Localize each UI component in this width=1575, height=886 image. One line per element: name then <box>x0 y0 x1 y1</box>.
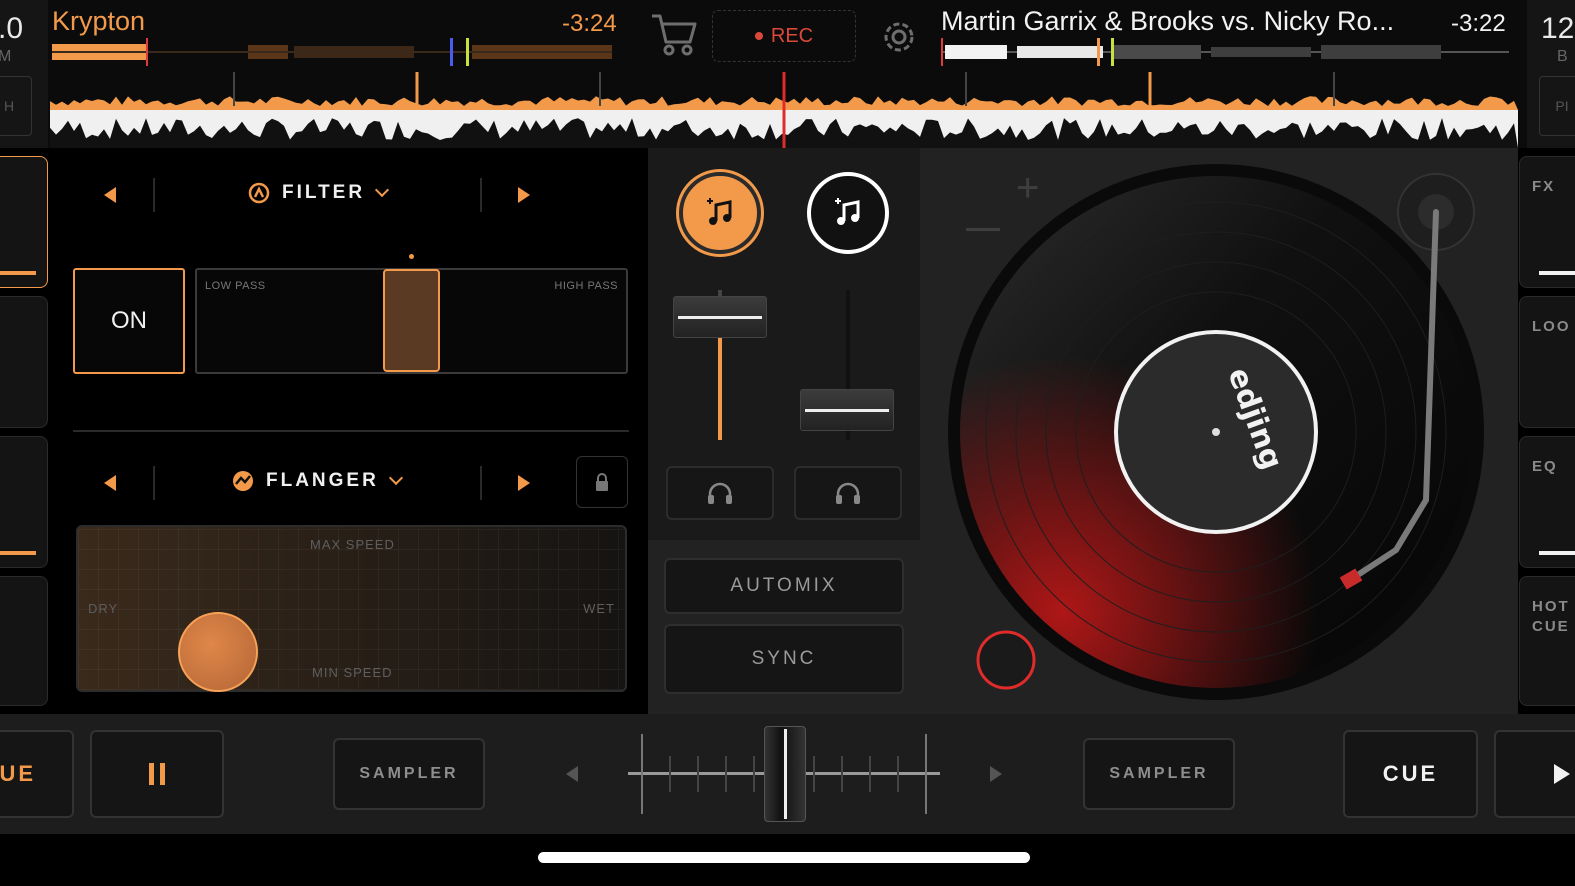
deck-b-overview-waveform[interactable] <box>941 38 1509 66</box>
headphones-icon <box>708 482 732 504</box>
deck-b-time-remaining: -3:22 <box>1451 10 1506 37</box>
deck-a-headphone-button[interactable] <box>666 466 774 520</box>
deck-b-bpm-unit: B <box>1557 48 1568 65</box>
deck-a-track-title: Krypton <box>52 6 146 36</box>
crossfader-left-arrow-icon[interactable] <box>566 766 578 782</box>
gear-icon[interactable] <box>878 16 920 63</box>
deck-b-sampler-button[interactable]: SAMPLER <box>1083 738 1235 810</box>
side-tab-fx-label: FX <box>1532 178 1556 195</box>
deck-a-cue-button[interactable]: UE <box>0 730 74 818</box>
deck-a-side-tab-hotcue[interactable] <box>0 576 48 706</box>
deck-a-edge-info: .0 M H <box>0 0 48 148</box>
fx1-separator-left <box>153 178 155 212</box>
deck-b-edge-info: 12 B PI <box>1527 0 1575 148</box>
deck-b-side-tab-fx[interactable]: FX <box>1519 156 1575 288</box>
shopping-cart-icon[interactable] <box>650 12 698 63</box>
deck-a-overview-waveform[interactable] <box>52 38 612 66</box>
xy-pad-knob[interactable] <box>178 612 258 692</box>
filter-center-dot <box>409 254 414 259</box>
flanger-icon <box>233 471 253 491</box>
xy-bottom-label: MIN SPEED <box>312 665 393 680</box>
fx1-prev-arrow-icon[interactable] <box>104 187 116 203</box>
crossfader-right-arrow-icon[interactable] <box>990 766 1002 782</box>
side-tab-eq-label: EQ <box>1532 458 1558 475</box>
fx1-name: FILTER <box>282 182 366 203</box>
deck-b-side-tab-loop[interactable]: LOO <box>1519 296 1575 428</box>
fx2-selector[interactable]: FLANGER <box>232 470 403 492</box>
lock-icon <box>596 473 608 491</box>
sync-button[interactable]: SYNC <box>664 624 904 694</box>
deck-b-start-knob[interactable] <box>976 630 1036 690</box>
deck-a-side-tab-eq[interactable] <box>0 436 48 568</box>
fx2-name: FLANGER <box>266 470 379 491</box>
side-tab-hotcue-label: HOT CUE <box>1532 598 1570 635</box>
deck-a-edge-button[interactable]: H <box>0 76 32 136</box>
chevron-down-icon <box>375 182 390 198</box>
xy-top-label: MAX SPEED <box>310 537 395 552</box>
side-tab-loop-label: LOO <box>1532 318 1571 335</box>
fx1-next-arrow-icon[interactable] <box>518 187 530 203</box>
fx1-on-button[interactable]: ON <box>73 268 185 374</box>
deck-b-edge-button[interactable]: PI <box>1539 76 1575 136</box>
deck-a-bpm: .0 <box>0 12 24 45</box>
xy-right-label: WET <box>583 601 615 616</box>
deck-b-headphone-button[interactable] <box>794 466 902 520</box>
fx-divider <box>73 430 629 432</box>
fx2-separator-right <box>480 466 482 500</box>
rec-button[interactable]: REC <box>712 10 856 62</box>
pause-icon <box>149 763 165 785</box>
deck-b-side-tab-hotcue[interactable]: HOT CUE <box>1519 576 1575 706</box>
deck-a-sampler-button[interactable]: SAMPLER <box>333 738 485 810</box>
deck-a-side-tab-loop[interactable] <box>0 296 48 428</box>
headphones-icon <box>836 482 860 504</box>
add-music-icon <box>707 198 732 225</box>
play-icon <box>1554 764 1570 784</box>
top-bar: .0 M H Krypton -3:24 REC Martin Garrix &… <box>0 0 1575 148</box>
add-music-icon <box>835 198 860 225</box>
rec-dot-icon <box>754 32 763 40</box>
fx2-xy-pad[interactable]: MAX SPEED MIN SPEED DRY WET <box>76 525 627 692</box>
deck-a-add-track-button[interactable] <box>679 172 761 254</box>
fx1-selector[interactable]: FILTER <box>248 182 390 204</box>
deck-b-turntable[interactable]: edjing <box>946 160 1506 710</box>
deck-a-bpm-unit: M <box>0 48 12 65</box>
rec-label: REC <box>770 24 814 47</box>
deck-b-cue-button[interactable]: CUE <box>1343 730 1478 818</box>
low-pass-label: LOW PASS <box>205 280 266 292</box>
deck-b-volume-fader[interactable] <box>800 389 894 431</box>
fx2-next-arrow-icon[interactable] <box>518 475 530 491</box>
home-indicator[interactable] <box>538 852 1030 863</box>
main-waveform[interactable] <box>50 72 1518 148</box>
filter-icon <box>248 182 270 204</box>
deck-b-bpm: 12 <box>1541 12 1575 45</box>
deck-b-track-title: Martin Garrix & Brooks vs. Nicky Ro... <box>941 6 1395 36</box>
deck-b-add-track-button[interactable] <box>807 172 889 254</box>
deck-b-side-tab-eq[interactable]: EQ <box>1519 436 1575 568</box>
filter-slider-handle[interactable] <box>383 269 440 372</box>
deck-a-time-remaining: -3:24 <box>562 10 617 37</box>
deck-a-side-tab-fx[interactable] <box>0 156 48 288</box>
deck-a-pause-button[interactable] <box>90 730 224 818</box>
deck-a-volume-fader[interactable] <box>673 296 767 338</box>
fx2-prev-arrow-icon[interactable] <box>104 475 116 491</box>
automix-button[interactable]: AUTOMIX <box>664 558 904 614</box>
chevron-down-icon <box>388 470 403 486</box>
deck-b-play-button[interactable] <box>1494 730 1575 818</box>
crossfader-thumb[interactable] <box>764 726 806 822</box>
high-pass-label: HIGH PASS <box>554 280 618 292</box>
xy-left-label: DRY <box>88 601 119 616</box>
fx2-separator-left <box>153 466 155 500</box>
lock-button[interactable] <box>576 456 628 508</box>
fx1-separator-right <box>480 178 482 212</box>
